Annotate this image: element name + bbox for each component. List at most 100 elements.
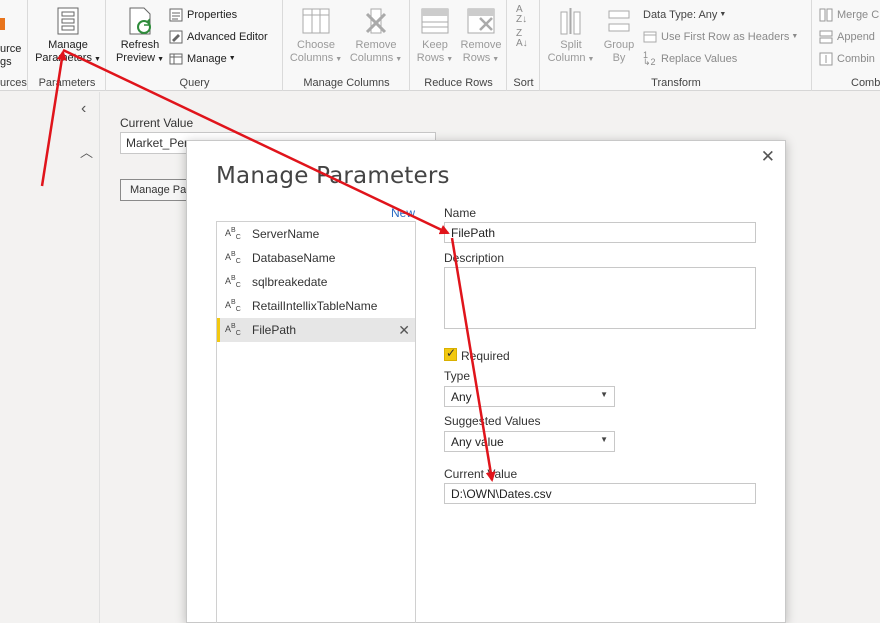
chevron-up-icon[interactable]: ︿ xyxy=(80,142,93,161)
group-reduce-rows-label: Reduce Rows xyxy=(424,77,493,89)
parameter-item-label: sqlbreakedate xyxy=(252,275,328,289)
table-icon xyxy=(643,31,657,43)
merge-icon xyxy=(819,8,833,22)
advanced-editor-label: Advanced Editor xyxy=(187,31,268,43)
parameter-item[interactable]: ABC RetailIntellixTableName xyxy=(217,294,415,318)
use-first-row-button[interactable]: Use First Row as Headers ▼ xyxy=(643,30,798,44)
parameter-item[interactable]: ABC DatabaseName xyxy=(217,246,415,270)
advanced-editor-icon xyxy=(169,30,183,44)
refresh-preview-button[interactable]: Refresh Preview ▼ xyxy=(113,6,167,66)
manage-parameters-button[interactable]: Manage Parameters ▼ xyxy=(34,6,102,66)
replace-values-button[interactable]: 1 ↳2 Replace Values xyxy=(643,51,738,67)
sort-ascending-button[interactable]: A Z↓ xyxy=(516,5,527,25)
remove-columns-button[interactable]: Remove Columns ▼ xyxy=(346,6,406,66)
delete-parameter-icon[interactable]: ✕ xyxy=(398,322,410,339)
parameter-item[interactable]: ABC sqlbreakedate xyxy=(217,270,415,294)
parameter-item[interactable]: ABC ServerName xyxy=(217,222,415,246)
chevron-down-icon: ▼ xyxy=(228,55,236,62)
refresh-label-2: Preview xyxy=(115,52,156,64)
chevron-down-icon: ▼ xyxy=(93,56,101,63)
append-icon xyxy=(819,30,833,44)
parameter-item-label: FilePath xyxy=(252,323,297,337)
refresh-label-1: Refresh xyxy=(120,39,160,51)
group-transform: Split Column ▼ Group By Data Type: Any ▼ U… xyxy=(541,0,812,91)
combine-files-button[interactable]: Combin xyxy=(819,52,875,66)
parameter-item-label: DatabaseName xyxy=(252,251,336,265)
split-column-label-2: Column xyxy=(547,52,586,64)
suggested-values-label: Suggested Values xyxy=(444,414,541,428)
new-parameter-link[interactable]: New xyxy=(391,206,415,220)
combine-label: Combin xyxy=(837,53,875,65)
text-type-icon: ABC xyxy=(225,275,241,289)
group-manage-columns: Choose Columns ▼ Remove Columns ▼ Manage C… xyxy=(284,0,410,91)
keep-rows-label-2: Rows xyxy=(416,52,445,64)
merge-queries-button[interactable]: Merge C xyxy=(819,8,879,22)
chevron-left-icon[interactable]: ‹ xyxy=(81,100,86,118)
merge-label: Merge C xyxy=(837,9,880,21)
advanced-editor-button[interactable]: Advanced Editor xyxy=(169,30,268,44)
remove-columns-label-2: Columns xyxy=(349,52,394,64)
group-by-label-1: Group xyxy=(603,39,635,51)
bg-current-value-label: Current Value xyxy=(120,116,194,130)
close-icon[interactable]: ✕ xyxy=(761,147,775,167)
chevron-down-icon: ▼ xyxy=(446,56,454,63)
manage-parameters-dialog: Manage Parameters ✕ New ABC ServerName ABC… xyxy=(186,140,786,623)
current-value-label: Current Value xyxy=(444,467,518,481)
choose-columns-label-1: Choose xyxy=(297,39,335,51)
group-parameters-label: Parameters xyxy=(38,77,96,89)
keep-rows-button[interactable]: Keep Rows ▼ xyxy=(413,6,457,66)
refresh-icon xyxy=(129,7,151,35)
current-value-input[interactable]: D:\OWN\Dates.csv xyxy=(444,483,756,504)
group-by-label-2: By xyxy=(612,52,626,64)
text-type-icon: ABC xyxy=(225,299,241,313)
group-query-label: Query xyxy=(179,77,210,89)
data-type-dropdown[interactable]: Data Type: Any ▼ xyxy=(643,8,726,22)
replace-values-label: Replace Values xyxy=(661,53,738,65)
group-by-button[interactable]: Group By xyxy=(597,6,641,65)
suggested-values-value: Any value xyxy=(451,435,504,449)
name-input[interactable]: FilePath xyxy=(444,222,756,243)
data-source-settings-button[interactable]: urce gs xyxy=(0,43,28,69)
group-manage-columns-label: Manage Columns xyxy=(303,77,390,89)
ribbon: urce gs urces Manage Parameters ▼ Paramet… xyxy=(0,0,880,91)
chevron-down-icon: ▼ xyxy=(791,33,799,40)
remove-rows-label-1: Remove xyxy=(460,39,502,51)
group-combine: Merge C Append Combin Comb xyxy=(813,0,880,91)
type-select[interactable]: Any ▼ xyxy=(444,386,615,407)
data-source-label-2: gs xyxy=(0,56,12,68)
append-label: Append xyxy=(837,31,875,43)
orange-icon xyxy=(0,18,5,30)
queries-pane: ‹ ︿ xyxy=(0,92,100,623)
remove-rows-icon xyxy=(467,8,495,34)
chevron-down-icon: ▼ xyxy=(395,56,403,63)
sort-descending-button[interactable]: Z A↓ xyxy=(516,29,528,49)
manage-params-label-1: Manage xyxy=(48,39,88,51)
parameter-item[interactable]: ABC FilePath ✕ xyxy=(217,318,415,342)
remove-columns-icon xyxy=(365,8,387,34)
group-parameters: Manage Parameters ▼ Parameters xyxy=(29,0,106,91)
data-source-label-1: urce xyxy=(0,43,22,55)
required-checkbox[interactable] xyxy=(444,346,457,361)
group-sources: urce gs urces xyxy=(0,0,28,91)
chevron-down-icon: ▼ xyxy=(492,56,500,63)
manage-icon xyxy=(169,53,183,65)
remove-rows-button[interactable]: Remove Rows ▼ xyxy=(457,6,505,66)
parameter-item-label: ServerName xyxy=(252,227,320,241)
description-label: Description xyxy=(444,251,505,265)
group-sort-label: Sort xyxy=(513,77,534,89)
manage-params-label-2: Parameters xyxy=(35,52,92,64)
properties-icon xyxy=(169,8,183,22)
choose-columns-label-2: Columns xyxy=(289,52,334,64)
manage-button[interactable]: Manage ▼ xyxy=(169,52,236,66)
dialog-title: Manage Parameters xyxy=(216,163,450,189)
properties-button[interactable]: Properties xyxy=(169,8,237,22)
choose-columns-button[interactable]: Choose Columns ▼ xyxy=(287,6,345,66)
append-queries-button[interactable]: Append xyxy=(819,30,875,44)
text-type-icon: ABC xyxy=(225,251,241,265)
suggested-values-select[interactable]: Any value ▼ xyxy=(444,431,615,452)
description-textarea[interactable] xyxy=(444,267,756,329)
group-by-icon xyxy=(608,10,630,32)
use-first-row-label: Use First Row as Headers xyxy=(661,31,790,43)
keep-rows-label-1: Keep xyxy=(422,39,448,51)
split-column-button[interactable]: Split Column ▼ xyxy=(545,6,597,66)
